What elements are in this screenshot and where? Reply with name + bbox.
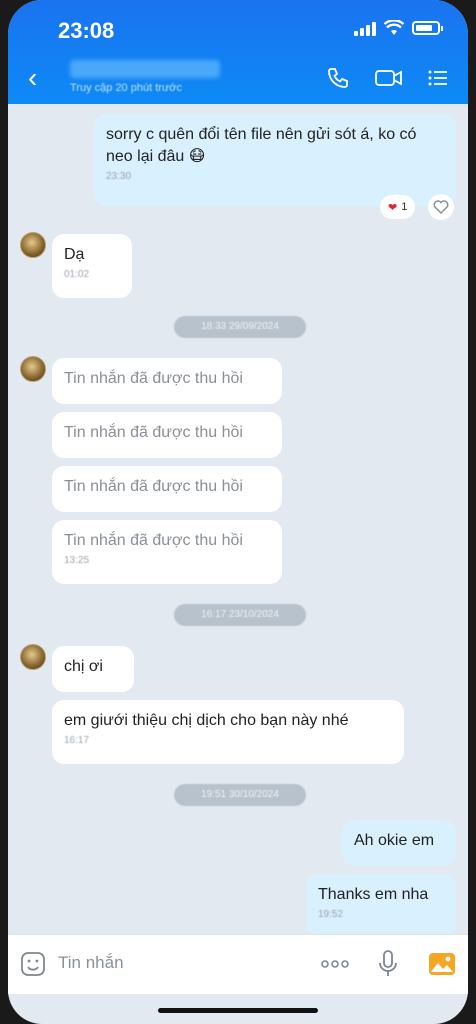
- heart-outline-icon: [433, 200, 449, 214]
- chat-header: 23:08 ‹ Truy cập 20 phút trước: [8, 0, 468, 104]
- message-input[interactable]: Tin nhắn: [58, 953, 124, 973]
- message-list[interactable]: sorry c quên đổi tên file nên gửi sót á,…: [8, 104, 468, 936]
- reaction-badge[interactable]: ❤ 1: [380, 195, 416, 219]
- status-time: 23:08: [58, 18, 115, 43]
- message-text: em giưới thiệu chị dịch cho bạn này nhé: [64, 712, 349, 729]
- video-icon[interactable]: [374, 66, 404, 90]
- message-text: Ah okie em: [354, 832, 435, 849]
- avatar[interactable]: [20, 644, 46, 670]
- avatar[interactable]: [20, 232, 46, 258]
- message-bubble-sent[interactable]: Ah okie em: [342, 820, 456, 866]
- date-separator: 19:51 30/10/2024: [174, 784, 306, 806]
- image-gallery-icon[interactable]: [428, 950, 456, 978]
- wifi-icon: [384, 20, 404, 35]
- message-text: Tin nhắn đã được thu hồi: [64, 370, 243, 387]
- message-bubble-sent[interactable]: Thanks em nha 19:52: [306, 874, 456, 936]
- message-time: 23:30: [106, 171, 132, 182]
- home-indicator: [158, 1008, 318, 1013]
- message-text: Tin nhắn đã được thu hồi: [64, 478, 243, 495]
- message-text: Tin nhắn đã được thu hồi: [64, 532, 243, 549]
- recalled-message[interactable]: Tin nhắn đã được thu hồi: [52, 358, 282, 404]
- battery-icon: [412, 21, 443, 35]
- message-bubble-received[interactable]: chị ơi: [52, 646, 134, 692]
- back-button[interactable]: ‹: [28, 64, 37, 92]
- signal-icon: [354, 20, 376, 36]
- phone-screen: 23:08 ‹ Truy cập 20 phút trước sorry c q…: [8, 0, 468, 1024]
- message-text: Thanks em nha: [318, 886, 429, 903]
- microphone-icon[interactable]: [378, 949, 398, 979]
- message-text: Tin nhắn đã được thu hồi: [64, 424, 243, 441]
- heart-icon: ❤: [388, 201, 398, 214]
- avatar[interactable]: [20, 356, 46, 382]
- phone-icon[interactable]: [326, 66, 350, 90]
- contact-status: Truy cập 20 phút trước: [70, 82, 182, 94]
- status-icons: [354, 20, 443, 36]
- message-bubble-sent[interactable]: sorry c quên đổi tên file nên gửi sót á,…: [94, 114, 456, 206]
- composer-bar: Tin nhắn: [8, 934, 468, 994]
- message-bubble-received[interactable]: em giưới thiệu chị dịch cho bạn này nhé …: [52, 700, 404, 764]
- message-time: 16:17: [64, 735, 90, 746]
- message-text: chị ơi: [64, 658, 103, 675]
- message-text: sorry c quên đổi tên file nên gửi sót á,…: [106, 126, 417, 165]
- message-text: Dạ: [64, 246, 85, 263]
- message-time: 19:52: [318, 909, 344, 920]
- message-time: 01:02: [64, 269, 90, 280]
- more-icon[interactable]: [320, 959, 350, 969]
- contact-name[interactable]: [70, 60, 220, 78]
- date-separator: 16:17 23/10/2024: [174, 604, 306, 626]
- date-separator: 18:33 29/09/2024: [174, 316, 306, 338]
- react-button[interactable]: [428, 194, 454, 220]
- message-time: 13:25: [64, 555, 90, 566]
- message-bubble-received[interactable]: Dạ 01:02: [52, 234, 132, 298]
- recalled-message[interactable]: Tin nhắn đã được thu hồi: [52, 412, 282, 458]
- menu-icon[interactable]: [426, 66, 450, 90]
- reaction-count: 1: [401, 201, 408, 213]
- sticker-icon[interactable]: [20, 951, 46, 977]
- recalled-message[interactable]: Tin nhắn đã được thu hồi 13:25: [52, 520, 282, 584]
- recalled-message[interactable]: Tin nhắn đã được thu hồi: [52, 466, 282, 512]
